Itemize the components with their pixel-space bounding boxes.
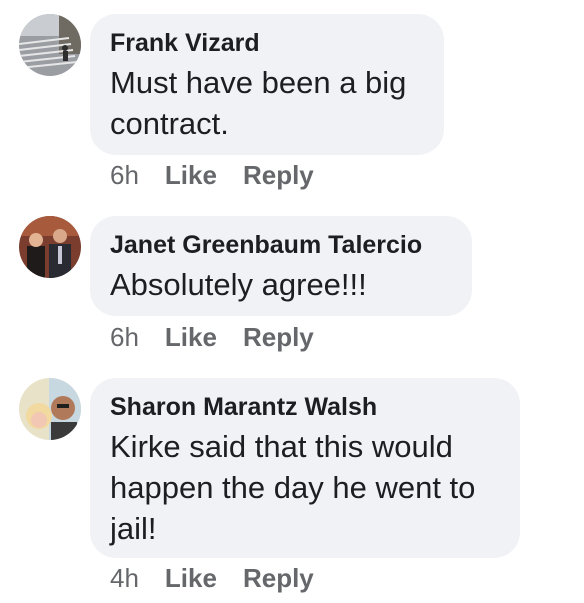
comment-text: Kirke said that this would happen the da… [110,429,476,546]
comment-actions: 4h Like Reply [110,563,340,593]
comment-bubble: Janet Greenbaum Talercio Absolutely agre… [90,216,472,316]
comment-author[interactable]: Frank Vizard [110,28,424,58]
like-button[interactable]: Like [165,563,217,593]
reply-button[interactable]: Reply [243,160,314,190]
reply-button[interactable]: Reply [243,563,314,593]
reply-button[interactable]: Reply [243,322,314,352]
comment-author[interactable]: Janet Greenbaum Talercio [110,230,452,260]
comment-timestamp[interactable]: 6h [110,322,139,352]
comment-author[interactable]: Sharon Marantz Walsh [110,392,500,422]
comment-timestamp[interactable]: 4h [110,563,139,593]
avatar[interactable] [19,14,81,76]
comment-bubble: Sharon Marantz Walsh Kirke said that thi… [90,378,520,558]
avatar[interactable] [19,216,81,278]
comment-bubble: Frank Vizard Must have been a big contra… [90,14,444,155]
like-button[interactable]: Like [165,322,217,352]
comment-text: Absolutely agree!!! [110,267,367,302]
like-button[interactable]: Like [165,160,217,190]
avatar[interactable] [19,378,81,440]
comment-timestamp[interactable]: 6h [110,160,139,190]
comment-actions: 6h Like Reply [110,322,340,352]
comment-actions: 6h Like Reply [110,160,340,190]
comment-text: Must have been a big contract. [110,65,407,141]
